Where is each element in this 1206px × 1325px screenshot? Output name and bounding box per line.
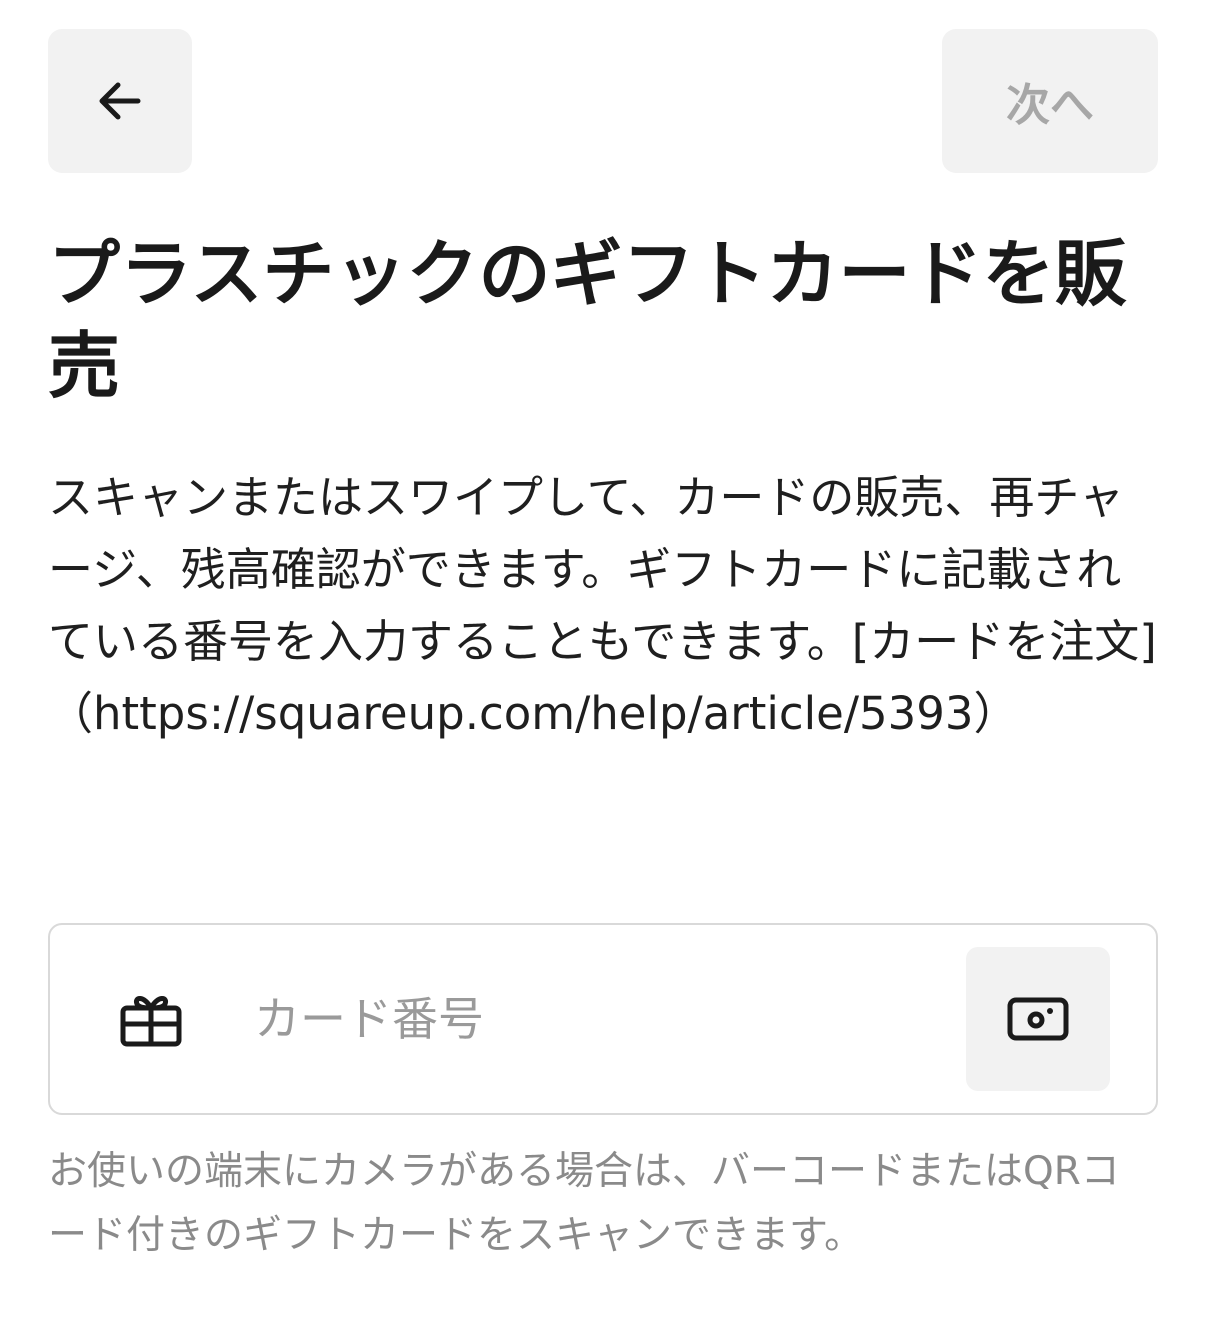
description-text: スキャンまたはスワイプして、カードの販売、再チャージ、残高確認ができます。ギフト… (48, 471, 1157, 740)
helper-text: お使いの端末にカメラがある場合は、バーコードまたはQRコード付きのギフトカードを… (48, 1149, 1120, 1258)
top-bar: 次へ (0, 0, 1206, 200)
next-button-label: 次へ (1006, 80, 1094, 131)
camera-icon (1007, 997, 1069, 1041)
scan-camera-button[interactable] (966, 947, 1110, 1091)
page-title: プラスチックのギフトカードを販売 (48, 232, 1127, 408)
card-number-input[interactable] (254, 969, 954, 1069)
arrow-left-icon (99, 82, 141, 120)
card-number-field (48, 923, 1158, 1115)
back-button[interactable] (48, 29, 192, 173)
gift-icon (120, 996, 182, 1047)
next-button[interactable]: 次へ (942, 29, 1158, 173)
